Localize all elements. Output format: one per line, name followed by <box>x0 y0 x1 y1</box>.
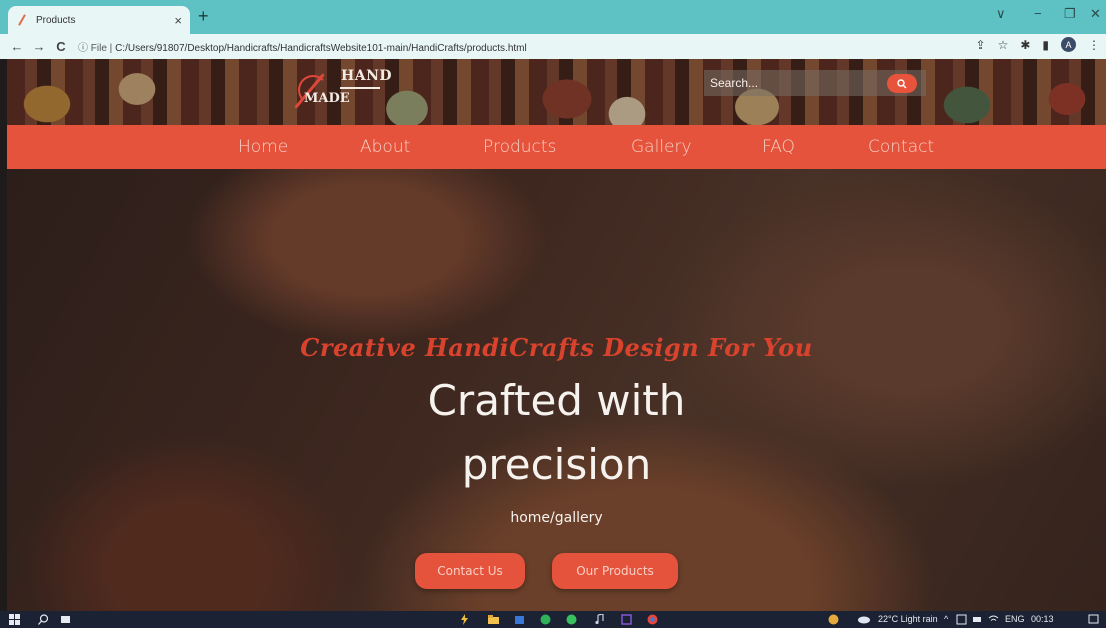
minimize-button[interactable]: − <box>1034 6 1042 21</box>
hero-content: Creative HandiCrafts Design For You Craf… <box>7 169 1106 611</box>
file-explorer-icon[interactable] <box>488 614 499 625</box>
hero-tagline: Creative HandiCrafts Design For You <box>300 333 813 362</box>
header-pottery-banner <box>7 59 1106 125</box>
weather-cloud-icon[interactable] <box>856 614 871 625</box>
url-text: C:/Users/91807/Desktop/Handicrafts/Handi… <box>115 43 527 54</box>
tray-overflow-icon[interactable]: ^ <box>944 614 948 624</box>
wifi-icon[interactable] <box>988 614 999 625</box>
site-search <box>704 70 926 96</box>
site-nav-bar: Home About Products Gallery FAQ Contact <box>7 125 1106 169</box>
logo-underline <box>340 87 380 89</box>
store-icon[interactable] <box>514 614 525 625</box>
hero-headline-line-2: precision <box>461 440 652 489</box>
new-tab-button[interactable]: + <box>198 6 209 27</box>
contact-us-button[interactable]: Contact Us <box>415 553 525 589</box>
breadcrumb: home/gallery <box>510 510 603 526</box>
music-icon[interactable] <box>594 614 605 625</box>
search-button[interactable] <box>887 74 917 93</box>
whatsapp-icon[interactable] <box>566 614 577 625</box>
nav-home[interactable]: Home <box>238 137 288 157</box>
windows-taskbar: 22°C Light rain ^ ENG 00:13 <box>0 611 1106 628</box>
help-icon[interactable] <box>828 614 839 625</box>
profile-avatar[interactable]: A <box>1061 37 1076 52</box>
browser-tab-bar: Products × + ∨ − ❐ ✕ <box>0 0 1106 34</box>
extensions-icon[interactable]: ✱ <box>1020 38 1030 52</box>
pinned-app-purple-icon[interactable] <box>621 614 632 625</box>
task-view-icon[interactable] <box>60 614 71 625</box>
reload-button[interactable]: C <box>50 39 72 54</box>
site-favicon-icon <box>16 14 28 26</box>
forward-button[interactable]: → <box>28 39 50 54</box>
tab-search-chevron-icon[interactable]: ∨ <box>996 6 1006 22</box>
language-indicator[interactable]: ENG <box>1005 614 1025 624</box>
weather-text[interactable]: 22°C Light rain <box>878 614 938 624</box>
our-products-button[interactable]: Our Products <box>552 553 678 589</box>
screen: Products × + ∨ − ❐ ✕ ← → C ⓘ File | C:/U… <box>0 0 1106 628</box>
search-icon <box>897 78 907 88</box>
search-icon[interactable] <box>38 614 49 625</box>
site-logo[interactable]: HAND MADE <box>294 67 394 113</box>
side-panel-icon[interactable]: ▮ <box>1042 38 1049 52</box>
browser-tab-products[interactable]: Products × <box>8 6 190 34</box>
search-input[interactable] <box>704 70 884 96</box>
share-icon[interactable]: ⇪ <box>976 38 986 52</box>
restore-button[interactable]: ❐ <box>1064 6 1076 22</box>
close-window-button[interactable]: ✕ <box>1090 6 1101 22</box>
tray-app-icon[interactable] <box>956 614 967 625</box>
chrome-icon[interactable] <box>647 614 658 625</box>
logo-line-1: HAND <box>341 68 393 84</box>
windows-start-icon[interactable] <box>9 614 20 625</box>
clock[interactable]: 00:13 <box>1031 614 1054 624</box>
spotify-icon[interactable] <box>540 614 551 625</box>
tab-title: Products <box>36 14 76 26</box>
nav-about[interactable]: About <box>360 137 410 157</box>
hero-headline: Crafted with precision <box>7 369 1106 497</box>
browser-toolbar-icons: ⇪ ☆ ✱ ▮ A ⋮ <box>976 37 1100 52</box>
back-button[interactable]: ← <box>6 39 28 54</box>
notifications-icon[interactable] <box>1088 614 1099 625</box>
tab-close-icon[interactable]: × <box>174 13 182 28</box>
hero-section: Creative HandiCrafts Design For You Craf… <box>7 169 1106 611</box>
logo-line-2: MADE <box>304 91 350 106</box>
nav-faq[interactable]: FAQ <box>762 137 795 157</box>
site-info-label[interactable]: ⓘ File | <box>78 43 112 54</box>
nav-products[interactable]: Products <box>483 137 556 157</box>
nav-gallery[interactable]: Gallery <box>631 137 692 157</box>
hero-headline-line-1: Crafted with <box>427 376 686 425</box>
battery-icon[interactable] <box>972 614 983 625</box>
url-field[interactable]: ⓘ File | C:/Users/91807/Desktop/Handicra… <box>78 39 527 54</box>
browser-menu-icon[interactable]: ⋮ <box>1088 38 1100 52</box>
pinned-app-lightning-icon[interactable] <box>459 614 470 625</box>
browser-address-bar: ← → C ⓘ File | C:/Users/91807/Desktop/Ha… <box>0 34 1106 59</box>
bookmark-star-icon[interactable]: ☆ <box>998 38 1009 52</box>
nav-contact[interactable]: Contact <box>868 137 934 157</box>
